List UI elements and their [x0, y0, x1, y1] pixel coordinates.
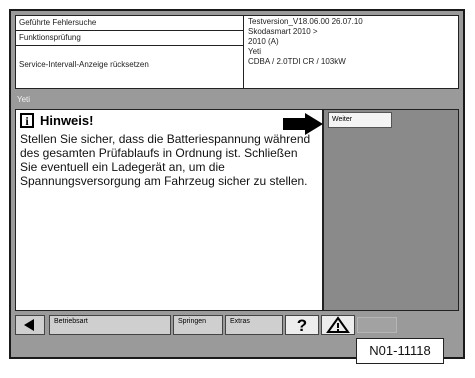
section-subtitle: Yeti	[17, 95, 31, 104]
warning-button[interactable]	[321, 315, 355, 335]
header-panel: Geführte Fehlersuche Funktionsprüfung Se…	[15, 15, 459, 89]
engine-line: CDBA / 2.0TDI CR / 103kW	[248, 57, 346, 66]
header-row-2: Funktionsprüfung	[19, 33, 81, 42]
vehicle-info: Testversion_V18.06.00 26.07.10 Skodasmar…	[248, 17, 458, 67]
diagnosis-window: Geführte Fehlersuche Funktionsprüfung Se…	[9, 9, 465, 359]
info-icon: i	[20, 113, 34, 128]
extras-button[interactable]: Extras	[225, 315, 283, 335]
header-row-1: Geführte Fehlersuche	[19, 18, 97, 27]
jump-button[interactable]: Springen	[173, 315, 223, 335]
bottom-toolbar: Betriebsart Springen Extras ?	[15, 315, 459, 335]
mode-button[interactable]: Betriebsart	[49, 315, 171, 335]
header-left: Geführte Fehlersuche Funktionsprüfung Se…	[16, 16, 244, 88]
note-title: Hinweis!	[40, 113, 94, 128]
header-row-3: Service-Intervall-Anzeige rücksetzen	[19, 60, 149, 69]
message-area: i Hinweis! Stellen Sie sicher, dass die …	[15, 109, 323, 311]
disabled-button	[357, 317, 397, 333]
triangle-left-icon	[24, 319, 34, 331]
action-panel: Weiter	[323, 109, 459, 311]
header-divider	[16, 45, 243, 46]
figure-reference-label: N01-11118	[356, 338, 444, 364]
warning-triangle-icon	[326, 316, 350, 333]
model-line: Yeti	[248, 47, 262, 56]
arrow-right-icon	[283, 113, 323, 135]
back-button[interactable]	[15, 315, 45, 335]
note-text: Stellen Sie sicher, dass die Batteriespa…	[20, 132, 311, 188]
header-divider	[16, 30, 243, 31]
brand-line: Skodasmart 2010 >	[248, 27, 318, 36]
help-button[interactable]: ?	[285, 315, 319, 335]
continue-button[interactable]: Weiter	[328, 112, 392, 128]
year-line: 2010 (A)	[248, 37, 279, 46]
version-line: Testversion_V18.06.00 26.07.10	[248, 17, 363, 26]
